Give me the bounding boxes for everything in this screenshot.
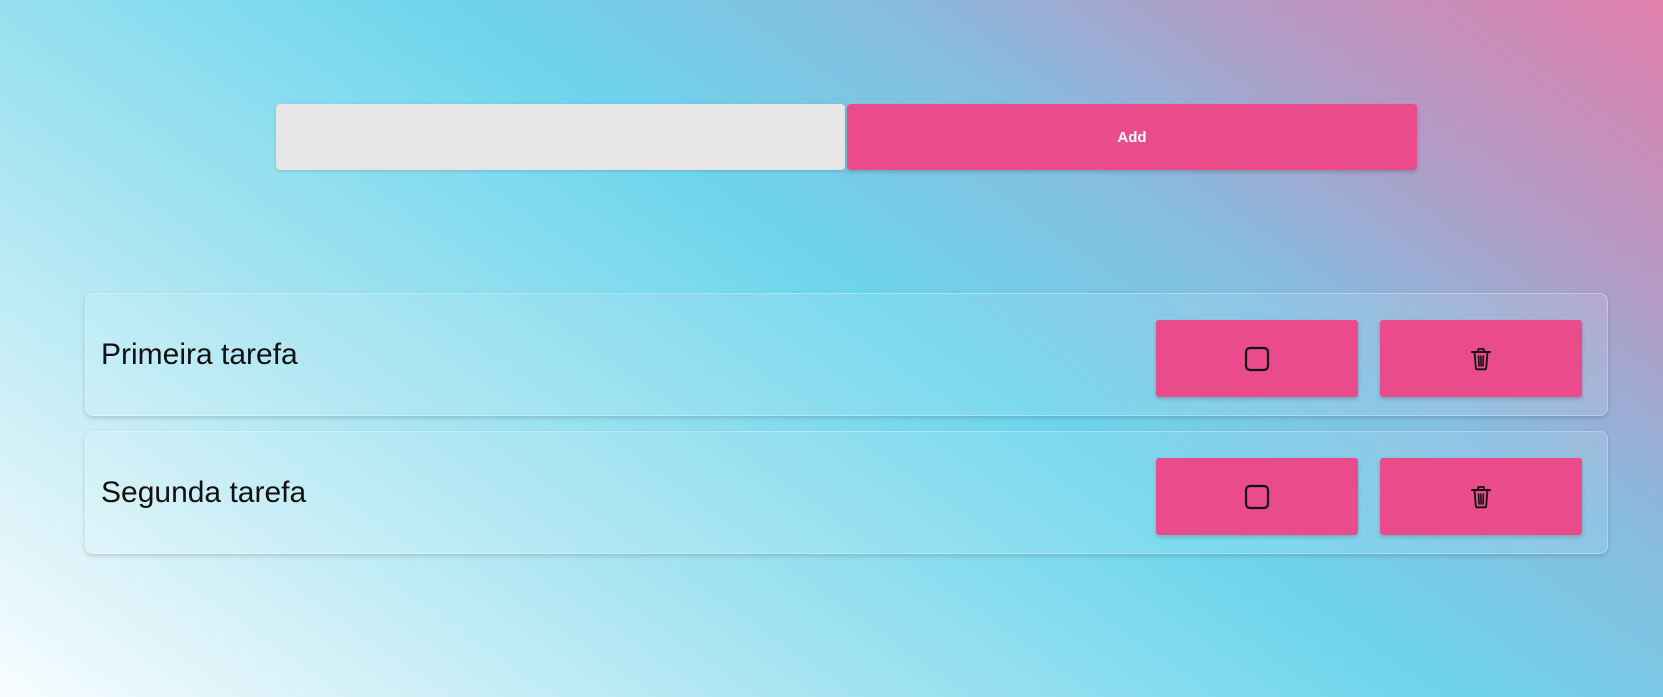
delete-button[interactable] [1380,458,1582,535]
task-label: Segunda tarefa [101,476,307,509]
trash-icon [1470,347,1492,371]
checkbox-unchecked-icon [1244,484,1270,510]
checkbox-unchecked-icon [1244,346,1270,372]
trash-icon [1470,485,1492,509]
task-item: Segunda tarefa [85,431,1608,554]
task-item: Primeira tarefa [85,293,1608,416]
task-input[interactable] [276,104,845,170]
task-list: Primeira tarefa Segunda tarefa [85,293,1608,569]
task-label: Primeira tarefa [101,338,298,371]
complete-button[interactable] [1156,458,1358,535]
complete-button[interactable] [1156,320,1358,397]
delete-button[interactable] [1380,320,1582,397]
add-task-form: Add [276,104,1417,170]
add-button[interactable]: Add [847,104,1417,170]
